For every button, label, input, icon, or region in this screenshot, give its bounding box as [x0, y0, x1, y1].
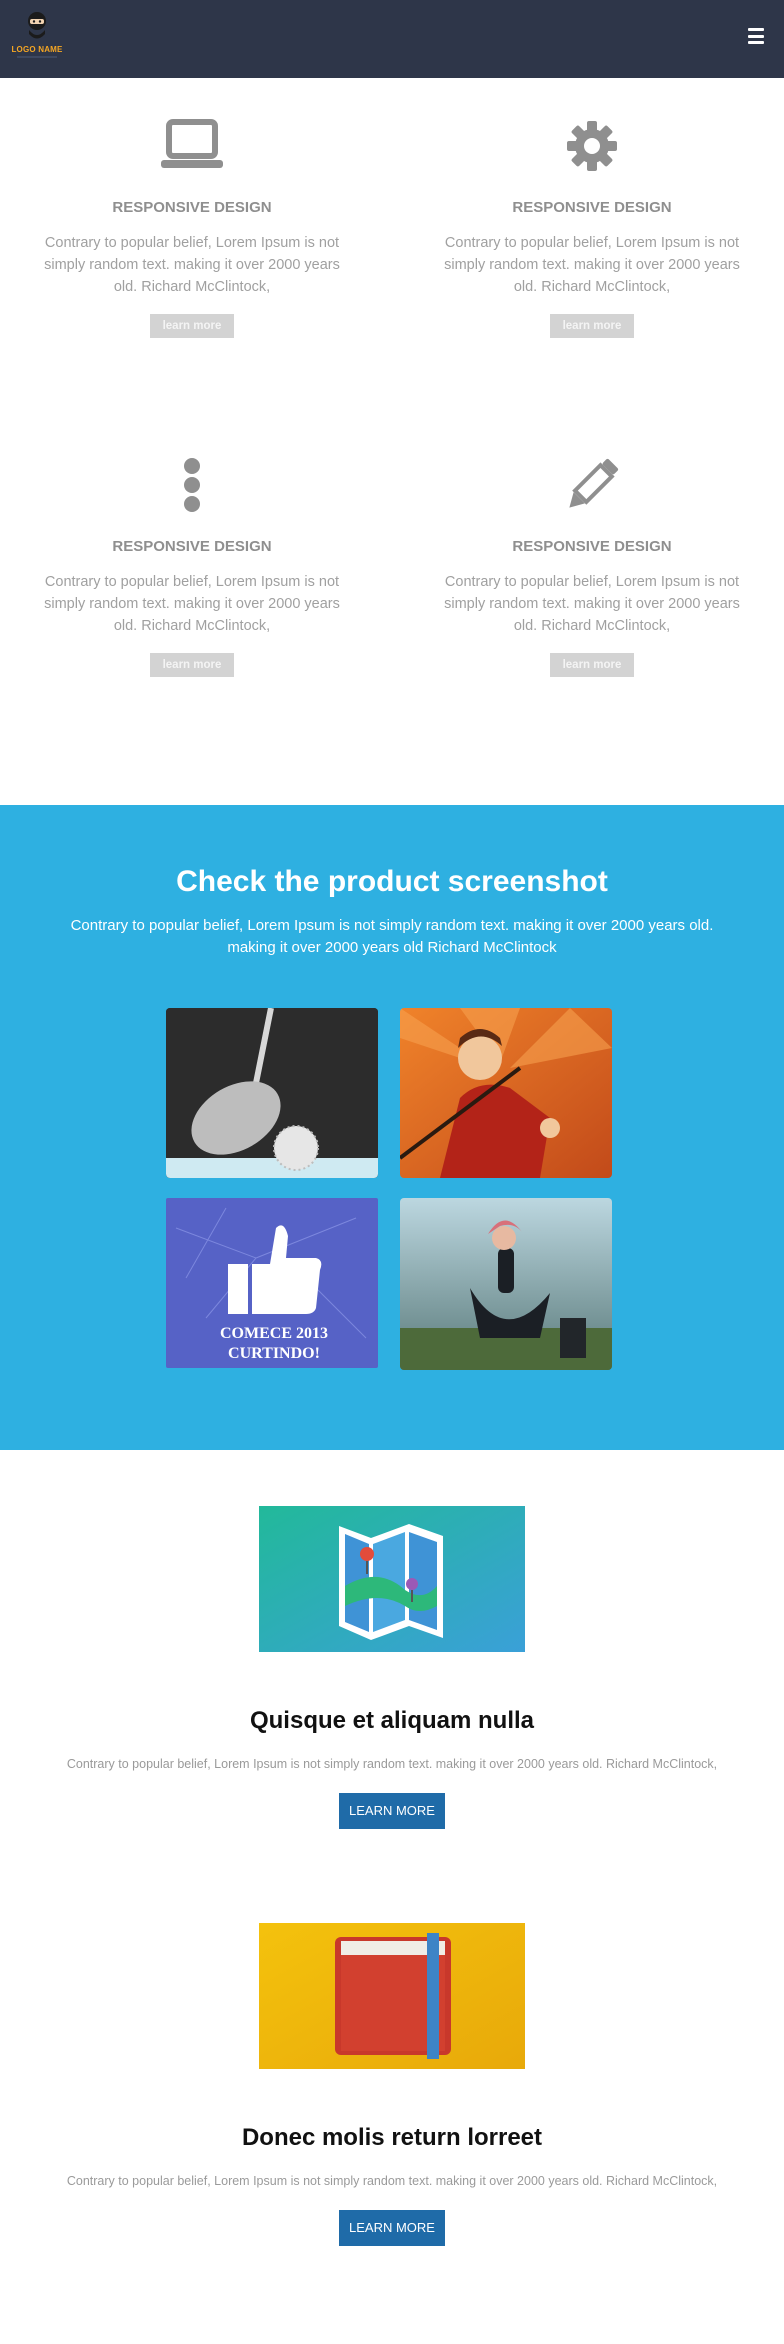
logo-underline: [17, 56, 57, 58]
book-icon[interactable]: [259, 1923, 525, 2069]
feature-text: Contrary to popular belief, Lorem Ipsum …: [444, 574, 740, 634]
feature-title: RESPONSIVE DESIGN: [112, 199, 272, 216]
product-title: Check the product screenshot: [176, 865, 608, 898]
learn-more-button[interactable]: LEARN MORE: [339, 1793, 445, 1829]
learn-more-button[interactable]: learn more: [150, 653, 234, 677]
article-text: Contrary to popular belief, Lorem Ipsum …: [66, 1757, 718, 1771]
ninja-logo-icon: [28, 12, 46, 39]
learn-more-button[interactable]: learn more: [150, 314, 234, 338]
laptop-icon: [161, 119, 223, 168]
gear-icon: [567, 121, 617, 171]
hamburger-menu-icon[interactable]: [748, 28, 764, 44]
feature-title: RESPONSIVE DESIGN: [512, 199, 672, 216]
map-icon[interactable]: [259, 1506, 525, 1652]
product-text: Contrary to popular belief, Lorem Ipsum …: [70, 917, 714, 956]
learn-more-button[interactable]: LEARN MORE: [339, 2210, 445, 2246]
facebook-like-image[interactable]: COMECE 2013 CURTINDO!: [166, 1198, 378, 1368]
article-title: Quisque et aliquam nulla: [249, 1707, 535, 1734]
logo-text: LOGO NAME: [11, 45, 63, 54]
man-with-umbrella-image[interactable]: [400, 1008, 612, 1178]
pencil-icon: [569, 458, 619, 508]
image-caption-line-2: CURTINDO!: [228, 1345, 320, 1362]
image-caption-line-1: COMECE 2013: [220, 1325, 328, 1342]
feature-text: Contrary to popular belief, Lorem Ipsum …: [44, 235, 340, 295]
feature-card: RESPONSIVE DESIGN Contrary to popular be…: [0, 78, 384, 417]
product-section: Check the product screenshot Contrary to…: [0, 805, 784, 1450]
learn-more-button[interactable]: learn more: [550, 653, 634, 677]
feature-card: RESPONSIVE DESIGN Contrary to popular be…: [384, 78, 784, 417]
feature-text: Contrary to popular belief, Lorem Ipsum …: [44, 574, 340, 634]
article-text: Contrary to popular belief, Lorem Ipsum …: [66, 2174, 718, 2188]
logo[interactable]: LOGO NAME: [11, 10, 63, 62]
feature-text: Contrary to popular belief, Lorem Ipsum …: [444, 235, 740, 295]
learn-more-button[interactable]: learn more: [550, 314, 634, 338]
golf-club-image[interactable]: [166, 1008, 378, 1178]
article-title: Donec molis return lorreet: [241, 2124, 543, 2151]
woman-dancing-image[interactable]: [400, 1198, 612, 1370]
vertical-ellipsis-icon: [184, 458, 200, 512]
feature-card: RESPONSIVE DESIGN Contrary to popular be…: [384, 417, 784, 756]
article-card: Donec molis return lorreet Contrary to p…: [0, 1923, 784, 2246]
feature-title: RESPONSIVE DESIGN: [112, 538, 272, 555]
feature-title: RESPONSIVE DESIGN: [512, 538, 672, 555]
navbar: LOGO NAME: [0, 0, 784, 78]
article-card: Quisque et aliquam nulla Contrary to pop…: [0, 1506, 784, 1829]
feature-card: RESPONSIVE DESIGN Contrary to popular be…: [0, 417, 384, 756]
